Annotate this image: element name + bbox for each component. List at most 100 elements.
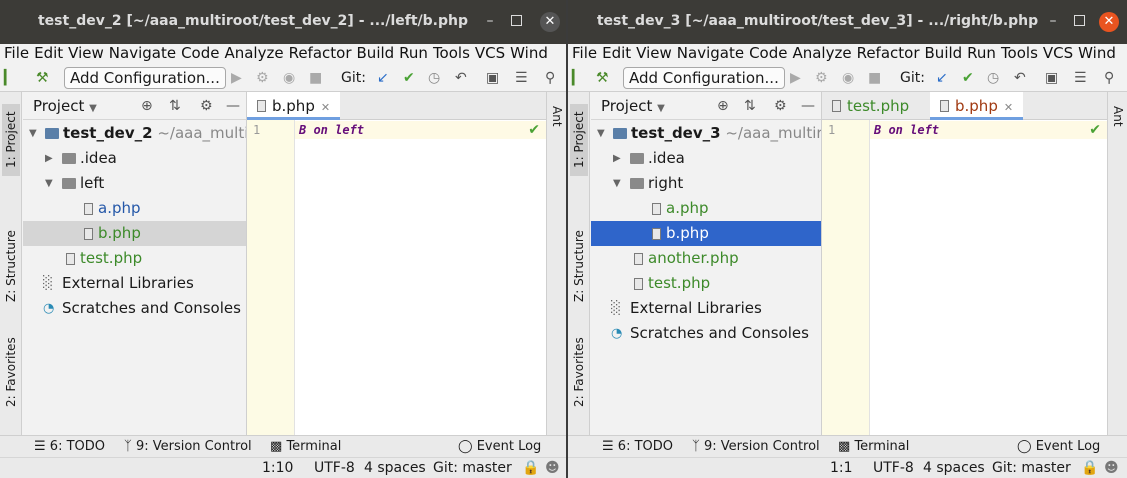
tab-ant[interactable]: Ant xyxy=(548,96,566,136)
tree-row-external-libraries[interactable]: ░ External Libraries xyxy=(23,271,246,296)
tree-row-a-php[interactable]: a.php xyxy=(591,196,821,221)
git-commit-icon[interactable]: ✔ xyxy=(962,69,974,87)
search-icon[interactable]: ⚲ xyxy=(1104,69,1114,87)
git-commit-icon[interactable]: ✔ xyxy=(403,69,415,87)
indent-setting[interactable]: 4 spaces xyxy=(364,459,426,477)
menu-tools[interactable]: Tools xyxy=(433,44,470,62)
tree-row-external-libraries[interactable]: ░ External Libraries xyxy=(591,296,821,321)
tab-version-control[interactable]: ᛉ 9: Version Control xyxy=(692,438,820,456)
tree-row-scratches[interactable]: ◔ Scratches and Consoles xyxy=(591,321,821,346)
tab-b-php[interactable]: b.php ✕ xyxy=(930,92,1024,120)
close-tab-icon[interactable]: ✕ xyxy=(1004,101,1013,114)
tree-row-test-php[interactable]: test.php xyxy=(591,271,821,296)
tree-row-b-php[interactable]: b.php xyxy=(23,221,246,246)
menu-code[interactable]: Code xyxy=(749,44,787,62)
menu-run[interactable]: Run xyxy=(967,44,996,62)
project-view-selector[interactable]: Project ▼ xyxy=(601,97,665,118)
settings-icon[interactable]: ☰ xyxy=(515,69,528,87)
maximize-icon[interactable] xyxy=(1074,15,1085,26)
tree-row-right-folder[interactable]: ▼ right xyxy=(591,171,821,196)
menu-build[interactable]: Build xyxy=(925,44,963,62)
build-hammer-icon[interactable]: ⚒ xyxy=(596,69,609,87)
debug-icon[interactable]: ⚙ xyxy=(815,69,828,87)
menu-window[interactable]: Wind xyxy=(1078,44,1116,62)
search-icon[interactable]: ⚲ xyxy=(545,69,555,87)
tab-favorites[interactable]: 2: Favorites xyxy=(570,332,588,412)
close-icon[interactable]: ✕ xyxy=(540,12,560,32)
tab-version-control[interactable]: ᛉ 9: Version Control xyxy=(124,438,252,456)
menu-window[interactable]: Wind xyxy=(510,44,548,62)
menu-build[interactable]: Build xyxy=(357,44,395,62)
sync-icon[interactable]: ▎ xyxy=(4,69,15,87)
coverage-icon[interactable]: ◉ xyxy=(283,69,295,87)
collapse-all-icon[interactable]: ⇅ xyxy=(169,97,181,115)
hide-icon[interactable]: — xyxy=(226,97,240,115)
indent-setting[interactable]: 4 spaces xyxy=(923,459,985,477)
sync-icon[interactable]: ▎ xyxy=(572,69,583,87)
menu-edit[interactable]: Edit xyxy=(34,44,63,62)
debug-icon[interactable]: ⚙ xyxy=(256,69,269,87)
caret-position[interactable]: 1:1 xyxy=(830,459,853,477)
menu-tools[interactable]: Tools xyxy=(1001,44,1038,62)
tab-structure[interactable]: Z: Structure xyxy=(570,226,588,306)
tab-terminal[interactable]: ▩ Terminal xyxy=(270,438,341,456)
run-icon[interactable]: ▶ xyxy=(790,69,801,87)
menu-analyze[interactable]: Analyze xyxy=(224,44,283,62)
minimize-icon[interactable]: – xyxy=(482,13,498,29)
tree-row-test-php[interactable]: test.php xyxy=(23,246,246,271)
git-update-icon[interactable]: ↙ xyxy=(936,69,948,87)
file-encoding[interactable]: UTF-8 xyxy=(314,459,355,477)
locate-icon[interactable]: ⊕ xyxy=(141,97,153,115)
tab-structure[interactable]: Z: Structure xyxy=(2,226,20,306)
menu-navigate[interactable]: Navigate xyxy=(109,44,176,62)
tree-row-left-folder[interactable]: ▼ left xyxy=(23,171,246,196)
project-view-selector[interactable]: Project ▼ xyxy=(33,97,97,118)
menu-view[interactable]: View xyxy=(636,44,672,62)
tree-row-a-php[interactable]: a.php xyxy=(23,196,246,221)
menu-vcs[interactable]: VCS xyxy=(475,44,505,62)
history-icon[interactable]: ◷ xyxy=(987,69,999,87)
tree-row-idea[interactable]: ▶ .idea xyxy=(591,146,821,171)
minimize-icon[interactable]: – xyxy=(1045,13,1061,29)
menu-file[interactable]: File xyxy=(572,44,597,62)
menu-refactor[interactable]: Refactor xyxy=(289,44,352,62)
inspector-icon[interactable]: ☻ xyxy=(545,459,560,477)
tab-todo[interactable]: ☰ 6: TODO xyxy=(34,438,105,456)
menu-view[interactable]: View xyxy=(68,44,104,62)
git-update-icon[interactable]: ↙ xyxy=(377,69,389,87)
inspector-icon[interactable]: ☻ xyxy=(1104,459,1119,477)
lock-icon[interactable]: 🔒 xyxy=(1081,459,1098,477)
collapse-all-icon[interactable]: ⇅ xyxy=(744,97,756,115)
menu-run[interactable]: Run xyxy=(399,44,428,62)
tab-event-log[interactable]: ◯ Event Log xyxy=(458,438,541,456)
menu-vcs[interactable]: VCS xyxy=(1043,44,1073,62)
stop-icon[interactable]: ■ xyxy=(309,69,322,87)
gear-icon[interactable]: ⚙ xyxy=(200,97,213,115)
build-hammer-icon[interactable]: ⚒ xyxy=(36,69,49,87)
git-branch[interactable]: Git: master xyxy=(433,459,512,477)
tree-row-another-php[interactable]: another.php xyxy=(591,246,821,271)
close-tab-icon[interactable]: ✕ xyxy=(321,101,330,114)
rollback-icon[interactable]: ↶ xyxy=(1014,69,1026,87)
tab-project[interactable]: 1: Project xyxy=(570,104,588,176)
add-configuration-button[interactable]: Add Configuration... xyxy=(64,67,226,89)
settings-icon[interactable]: ☰ xyxy=(1074,69,1087,87)
tree-row-b-php[interactable]: b.php xyxy=(591,221,821,246)
history-icon[interactable]: ◷ xyxy=(428,69,440,87)
menu-file[interactable]: File xyxy=(4,44,29,62)
run-icon[interactable]: ▶ xyxy=(231,69,242,87)
maximize-icon[interactable] xyxy=(511,15,522,26)
lock-icon[interactable]: 🔒 xyxy=(522,459,539,477)
tab-b-php[interactable]: b.php ✕ xyxy=(247,92,341,120)
caret-position[interactable]: 1:10 xyxy=(262,459,293,477)
code-line[interactable]: B on left xyxy=(874,123,939,137)
tree-row-scratches[interactable]: ◔ Scratches and Consoles xyxy=(23,296,246,321)
close-icon[interactable]: ✕ xyxy=(1099,12,1119,32)
tree-row-idea[interactable]: ▶ .idea xyxy=(23,146,246,171)
git-branch[interactable]: Git: master xyxy=(992,459,1071,477)
tab-todo[interactable]: ☰ 6: TODO xyxy=(602,438,673,456)
coverage-icon[interactable]: ◉ xyxy=(842,69,854,87)
gear-icon[interactable]: ⚙ xyxy=(774,97,787,115)
project-structure-icon[interactable]: ▣ xyxy=(486,69,499,87)
tab-ant[interactable]: Ant xyxy=(1109,96,1127,136)
